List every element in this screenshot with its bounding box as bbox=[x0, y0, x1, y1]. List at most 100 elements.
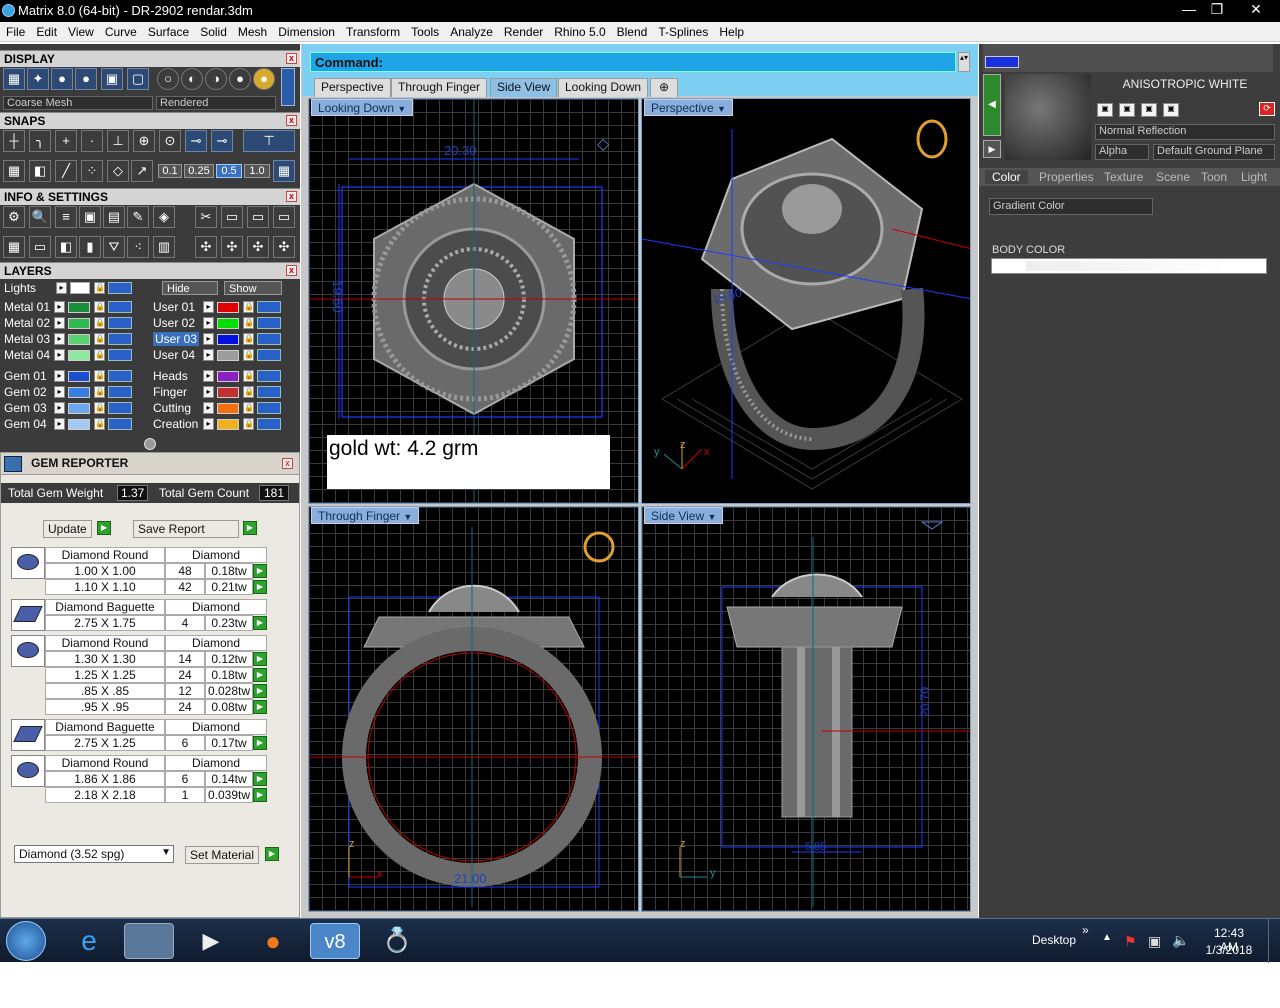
tab-scene[interactable]: Scene bbox=[1156, 170, 1190, 184]
update-button[interactable]: Update ▶ bbox=[43, 520, 113, 538]
tab-color[interactable]: Color bbox=[985, 170, 1028, 184]
play-icon[interactable]: ▶ bbox=[253, 652, 267, 666]
visibility-toggle[interactable] bbox=[108, 386, 132, 398]
import-icon[interactable]: ▣ bbox=[1141, 103, 1157, 117]
chart-icon[interactable]: ▥ bbox=[153, 236, 175, 258]
layer-color-swatch[interactable] bbox=[217, 318, 239, 329]
visibility-toggle[interactable] bbox=[108, 402, 132, 414]
menu-file[interactable]: File bbox=[0, 22, 30, 39]
gloss-ball-icon[interactable]: ● bbox=[229, 68, 251, 90]
layer-row-user-02[interactable]: User 02 ▸ 🔒 bbox=[153, 316, 293, 331]
internet-explorer-icon[interactable]: e bbox=[64, 923, 114, 959]
layer-color-swatch[interactable] bbox=[217, 419, 239, 430]
document-icon[interactable]: ▤ bbox=[103, 206, 125, 228]
layer-row-cutting[interactable]: Cutting ▸ 🔒 bbox=[153, 401, 293, 416]
arrow-icon[interactable]: ▸ bbox=[203, 402, 214, 414]
snap-point-icon[interactable]: + bbox=[55, 130, 77, 152]
visibility-toggle[interactable] bbox=[108, 282, 132, 294]
menu-view[interactable]: View bbox=[62, 22, 99, 39]
gumball-icon[interactable]: ✣ bbox=[273, 236, 295, 258]
layer-row-user-01[interactable]: User 01 ▸ 🔒 bbox=[153, 300, 293, 315]
play-icon[interactable]: ▶ bbox=[253, 668, 267, 682]
firefox-icon[interactable]: ● bbox=[248, 923, 298, 959]
rotate-icon[interactable]: ✣ bbox=[221, 236, 243, 258]
close-icon[interactable]: x bbox=[282, 458, 293, 469]
volume-icon[interactable]: 🔈 bbox=[1172, 932, 1189, 949]
arrow-icon[interactable]: ▸ bbox=[56, 282, 67, 294]
shaded-sphere-icon[interactable]: ● bbox=[51, 68, 73, 90]
menu-render[interactable]: Render bbox=[498, 22, 548, 39]
layer-row-user-04[interactable]: User 04 ▸ 🔒 bbox=[153, 348, 293, 363]
cube-snap-icon[interactable]: ◧ bbox=[29, 160, 51, 182]
play-icon[interactable]: ▶ bbox=[983, 140, 1001, 158]
lock-icon[interactable]: 🔒 bbox=[243, 317, 254, 329]
command-scroll[interactable]: ▴▾ bbox=[958, 52, 970, 72]
lock-icon[interactable]: 🔒 bbox=[243, 301, 254, 313]
grid-toggle-icon[interactable]: ▦ bbox=[273, 160, 295, 182]
layer-color-swatch[interactable] bbox=[68, 302, 90, 313]
play-icon[interactable]: ▶ bbox=[265, 847, 279, 861]
viewport-label[interactable]: Looking Down ▼ bbox=[311, 99, 414, 116]
visibility-toggle[interactable] bbox=[257, 418, 281, 430]
tab-toon[interactable]: Toon bbox=[1201, 170, 1227, 184]
matte-ball-icon[interactable]: ○ bbox=[157, 68, 179, 90]
layer-color-swatch[interactable] bbox=[68, 403, 90, 414]
close-icon[interactable]: x bbox=[286, 53, 297, 64]
layer-color-swatch[interactable] bbox=[217, 350, 239, 361]
material-select[interactable]: Diamond (3.52 spg) ▼ bbox=[14, 845, 174, 863]
lock-icon[interactable]: 🔒 bbox=[243, 349, 254, 361]
snap-center-icon[interactable]: ⊕ bbox=[133, 130, 155, 152]
refresh-icon[interactable]: ⟳ bbox=[1259, 102, 1275, 116]
arrow-icon[interactable]: ▸ bbox=[54, 402, 65, 414]
visibility-toggle[interactable] bbox=[257, 370, 281, 382]
layer-row-metal-01[interactable]: Metal 01 ▸ 🔒 bbox=[4, 300, 144, 315]
lock-icon[interactable]: 🔒 bbox=[94, 386, 105, 398]
snap-value-3[interactable]: 0.5 bbox=[216, 164, 242, 178]
start-button[interactable] bbox=[6, 921, 46, 961]
settings-gear-icon[interactable]: ⚙ bbox=[3, 206, 25, 228]
menu-transform[interactable]: Transform bbox=[340, 22, 405, 39]
close-button[interactable]: ✕ bbox=[1236, 0, 1276, 20]
ground-plane-select[interactable]: Default Ground Plane bbox=[1153, 144, 1275, 160]
hide-button[interactable]: Hide bbox=[162, 281, 218, 295]
cylinder-icon[interactable]: ▮ bbox=[79, 236, 101, 258]
media-player-icon[interactable]: ▶ bbox=[186, 923, 236, 959]
layer-color-swatch[interactable] bbox=[68, 419, 90, 430]
gradient-select[interactable]: Gradient Color bbox=[989, 198, 1153, 215]
move-icon[interactable]: ✣ bbox=[195, 236, 217, 258]
monitor-icon[interactable]: ▭ bbox=[29, 236, 51, 258]
layer-color-swatch[interactable] bbox=[68, 350, 90, 361]
visibility-toggle[interactable] bbox=[108, 317, 132, 329]
menu-solid[interactable]: Solid bbox=[194, 22, 232, 39]
snap-value-2[interactable]: 0.25 bbox=[184, 164, 214, 178]
scatter-icon[interactable]: ⁖ bbox=[127, 236, 149, 258]
play-icon[interactable]: ▶ bbox=[253, 788, 267, 802]
arrow-icon[interactable]: ▸ bbox=[203, 418, 214, 430]
visibility-toggle[interactable] bbox=[108, 370, 132, 382]
layer-color-swatch[interactable] bbox=[217, 371, 239, 382]
show-button[interactable]: Show bbox=[224, 281, 282, 295]
snap-tan-icon[interactable]: ⊸ bbox=[185, 130, 207, 152]
tab-properties[interactable]: Properties bbox=[1039, 170, 1094, 184]
viewport-perspective[interactable]: 19.60 y z x Perspective ▼ bbox=[641, 98, 971, 504]
arrow-icon[interactable]: ▸ bbox=[54, 333, 65, 345]
layer-color-swatch[interactable] bbox=[68, 387, 90, 398]
clock-date[interactable]: 1/3/2018 bbox=[1204, 943, 1254, 957]
snap-mid-icon[interactable]: · bbox=[81, 130, 103, 152]
lock-icon[interactable]: 🔒 bbox=[94, 282, 105, 294]
gem-cube-icon[interactable]: ◈ bbox=[153, 206, 175, 228]
visibility-toggle[interactable] bbox=[257, 317, 281, 329]
play-icon[interactable]: ▶ bbox=[243, 521, 257, 535]
diamond-snap-icon[interactable]: ◇ bbox=[107, 160, 129, 182]
set-material-button[interactable]: Set Material ▶ bbox=[185, 846, 281, 864]
viewport-layout-icon[interactable]: ▦ bbox=[3, 236, 25, 258]
tab-looking-down[interactable]: Looking Down bbox=[558, 78, 649, 97]
reflection-select[interactable]: Normal Reflection bbox=[1095, 124, 1275, 140]
zoom-icon[interactable]: 🔍 bbox=[29, 206, 51, 228]
menu-surface[interactable]: Surface bbox=[142, 22, 194, 39]
dots-snap-icon[interactable]: ⁘ bbox=[81, 160, 103, 182]
visibility-toggle[interactable] bbox=[108, 301, 132, 313]
tab-light[interactable]: Light bbox=[1241, 170, 1267, 184]
layer-row-user-03[interactable]: User 03 ▸ 🔒 bbox=[153, 332, 293, 347]
toolbar-chevron[interactable]: » bbox=[1082, 923, 1089, 937]
